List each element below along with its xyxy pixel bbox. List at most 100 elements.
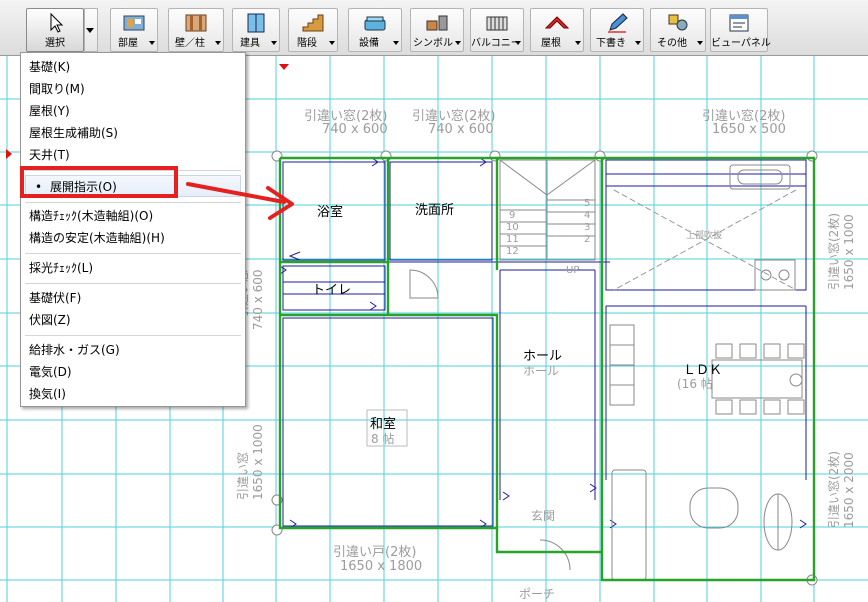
- svg-text:3: 3: [584, 222, 590, 233]
- svg-text:11: 11: [506, 234, 519, 245]
- menu-item-structure-stability[interactable]: 構造の安定(木造軸組)(H): [29, 229, 165, 247]
- menu-item-daylight-check[interactable]: 採光ﾁｪｯｸ(L): [29, 259, 93, 277]
- chevron-down-icon: [455, 41, 461, 45]
- svg-text:2: 2: [584, 234, 590, 245]
- other-button[interactable]: その他: [650, 8, 706, 52]
- chevron-down-icon: [215, 41, 221, 45]
- menu-item-structure-check[interactable]: 構造ﾁｪｯｸ(木造軸組)(O): [29, 207, 153, 225]
- window-label: 引違い窓: [235, 452, 250, 500]
- cursor-icon: [50, 12, 64, 33]
- pencil-icon: [608, 13, 628, 33]
- svg-text:4: 4: [584, 210, 590, 221]
- equipment-button[interactable]: 設備: [348, 8, 402, 52]
- display-mode-menu: 基礎(K) 間取り(M) 屋根(Y) 屋根生成補助(S) 天井(T) • 展開指…: [20, 52, 246, 407]
- svg-text:12: 12: [506, 246, 519, 257]
- fitting-button[interactable]: 建具: [232, 8, 280, 52]
- chevron-down-icon: [575, 41, 581, 45]
- menu-item-ceiling[interactable]: 天井(T): [29, 146, 70, 164]
- menu-item-roof[interactable]: 屋根(Y): [29, 102, 70, 120]
- window-label: 引違い窓(2枚): [826, 213, 841, 290]
- menu-item-foundation[interactable]: 基礎(K): [29, 58, 70, 76]
- symbol-button[interactable]: シンボル: [410, 8, 464, 52]
- stairs-button[interactable]: 階段: [288, 8, 338, 52]
- bathtub-icon: [364, 16, 386, 31]
- chevron-down-icon: [697, 41, 703, 45]
- room-label: ホール: [523, 349, 562, 364]
- chevron-down-icon: [329, 41, 335, 45]
- balcony-button[interactable]: バルコニー: [470, 8, 524, 52]
- chevron-down-icon: [635, 41, 641, 45]
- door-size: 1650 x 1800: [340, 559, 422, 574]
- room-label: 部屋: [118, 38, 138, 49]
- equipment-label: 設備: [359, 38, 379, 49]
- stairs-icon: [302, 14, 324, 32]
- sketch-button[interactable]: 下書き: [590, 8, 644, 52]
- chevron-down-icon: [515, 41, 521, 45]
- window-size: 1650 x 500: [712, 122, 786, 137]
- stair-up-label: UP: [566, 265, 579, 276]
- chevron-down-icon: [149, 41, 155, 45]
- room-mats: (16 帖: [677, 376, 713, 391]
- roof-icon: [544, 16, 570, 29]
- window-size: 740 x 600: [428, 122, 494, 137]
- menu-item-foundation-plan[interactable]: 基礎伏(F): [29, 289, 81, 307]
- main-toolbar: 選択 部屋 壁／柱 建具 階段 設備 シンボル バルコニー 屋根 下書き その他…: [0, 0, 868, 56]
- symbol-label: シンボル: [413, 38, 453, 49]
- chevron-down-icon: [86, 28, 94, 33]
- roof-button[interactable]: 屋根: [530, 8, 584, 52]
- menu-item-plumbing-gas[interactable]: 給排水・ガス(G): [29, 341, 120, 359]
- wall-icon: [185, 14, 207, 32]
- roof-label: 屋根: [541, 38, 561, 49]
- menu-item-floor-plan[interactable]: 間取り(M): [29, 80, 85, 98]
- wall-column-button[interactable]: 壁／柱: [168, 8, 224, 52]
- fitting-label: 建具: [240, 38, 260, 49]
- room-mats: 8 帖: [371, 431, 394, 446]
- room-label-ghost: ホール: [523, 364, 559, 378]
- chevron-down-icon: [393, 41, 399, 45]
- svg-text:5: 5: [584, 198, 590, 209]
- door-window-icon: [247, 13, 265, 33]
- balcony-icon: [486, 16, 508, 31]
- view-panel-label: ビューパネル: [711, 38, 771, 49]
- void-label: 上部吹抜: [686, 229, 722, 241]
- room-label: 洗面所: [415, 203, 454, 218]
- tools-icon: [668, 14, 688, 31]
- menu-item-roof-generation-aid[interactable]: 屋根生成補助(S): [29, 124, 118, 142]
- sketch-label: 下書き: [596, 38, 626, 49]
- panel-icon: [729, 14, 749, 32]
- window-label: 引違い窓(2枚): [826, 451, 841, 528]
- menu-separator: [25, 253, 241, 254]
- menu-separator: [25, 335, 241, 336]
- room-label: ＬＤＫ: [683, 363, 722, 378]
- room-label: トイレ: [312, 283, 351, 298]
- other-label: その他: [657, 38, 687, 49]
- room-label: 和室: [370, 416, 396, 432]
- room-label: ポーチ: [519, 587, 555, 601]
- menu-item-ventilation[interactable]: 換気(I): [29, 385, 66, 403]
- door-label: 引違い戸(2枚): [333, 545, 416, 560]
- balcony-label: バルコニー: [471, 38, 521, 49]
- chevron-down-icon: [271, 41, 277, 45]
- menu-separator: [25, 283, 241, 284]
- furniture-icon: [426, 15, 448, 31]
- window-size: 740 x 600: [322, 122, 388, 137]
- select-button[interactable]: 選択: [26, 8, 84, 52]
- menu-separator: [25, 202, 241, 203]
- window-size: 1650 x 2000: [842, 452, 856, 528]
- stairs-label: 階段: [297, 38, 317, 49]
- wall-column-label: 壁／柱: [175, 38, 205, 49]
- window-size: 740 x 600: [251, 269, 265, 330]
- select-label: 選択: [45, 38, 65, 49]
- view-panel-button[interactable]: ビューパネル: [710, 8, 771, 52]
- menu-item-framing-plan[interactable]: 伏図(Z): [29, 311, 71, 329]
- window-size: 1650 x 1000: [842, 214, 856, 290]
- svg-text:10: 10: [506, 222, 519, 233]
- room-button[interactable]: 部屋: [110, 8, 158, 52]
- window-size: 1650 x 1000: [251, 424, 265, 500]
- annotation-highlight-box: [20, 166, 178, 198]
- room-label: 玄関: [531, 508, 555, 523]
- menu-item-electrical[interactable]: 電気(D): [29, 363, 72, 381]
- room-icon: [123, 15, 145, 31]
- room-label: 浴室: [317, 204, 343, 220]
- select-dropdown-button[interactable]: [84, 8, 98, 52]
